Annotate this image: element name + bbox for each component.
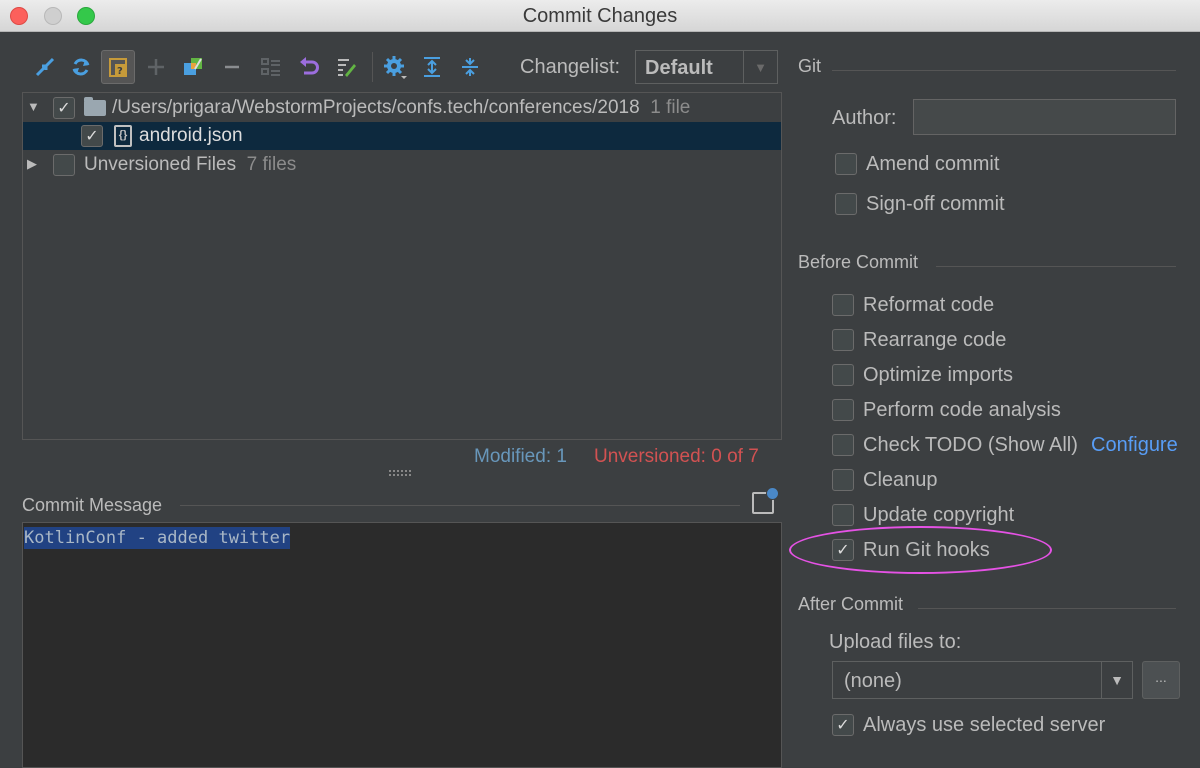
divider xyxy=(832,70,1176,71)
always-use-server-label: Always use selected server xyxy=(863,714,1106,736)
amend-commit-checkbox[interactable] xyxy=(835,153,857,175)
diff-icon[interactable] xyxy=(176,50,210,84)
modified-status-link[interactable]: Modified: 1 xyxy=(474,446,567,468)
unversioned-checkbox[interactable] xyxy=(53,154,75,176)
title-bar: Commit Changes xyxy=(0,0,1200,32)
rearrange-code-label: Rearrange code xyxy=(863,329,1007,351)
run-git-hooks-label: Run Git hooks xyxy=(863,539,990,561)
upload-files-label: Upload files to: xyxy=(829,631,962,653)
update-copyright-label: Update copyright xyxy=(863,504,1015,526)
tree-row-folder[interactable]: ▼ ✓ /Users/prigara/WebstormProjects/conf… xyxy=(23,94,781,122)
json-file-icon: {} xyxy=(114,125,132,147)
signoff-commit-checkbox[interactable] xyxy=(835,193,857,215)
commit-history-icon[interactable] xyxy=(752,487,779,514)
update-copyright-checkbox[interactable] xyxy=(832,504,854,526)
reformat-code-label: Reformat code xyxy=(863,294,995,316)
collapsed-triangle-icon[interactable]: ▶ xyxy=(27,156,37,172)
folder-checkbox[interactable]: ✓ xyxy=(53,97,75,119)
chevron-down-icon[interactable]: ▼ xyxy=(1101,662,1132,698)
tree-row-file[interactable]: ✓ {} android.json xyxy=(23,122,781,150)
upload-server-value: (none) xyxy=(844,670,902,692)
divider xyxy=(918,608,1176,609)
divider xyxy=(936,266,1176,267)
code-analysis-label: Perform code analysis xyxy=(863,399,1061,421)
refresh-icon[interactable] xyxy=(64,50,98,84)
changelist-dropdown[interactable]: Default ▼ xyxy=(635,50,778,84)
remove-icon[interactable] xyxy=(215,50,249,84)
signoff-commit-label: Sign-off commit xyxy=(866,193,1005,215)
add-icon[interactable] xyxy=(139,50,173,84)
revert-icon[interactable] xyxy=(292,50,326,84)
git-section-title: Git xyxy=(798,56,822,76)
svg-text:?: ? xyxy=(117,66,123,77)
after-commit-title: After Commit xyxy=(798,594,904,614)
move-changes-icon[interactable] xyxy=(28,50,62,84)
always-use-server-checkbox[interactable]: ✓ xyxy=(832,714,854,736)
commit-message-text: KotlinConf - added twitter xyxy=(24,527,291,549)
changelist-label: Changelist: xyxy=(520,56,621,78)
file-checkbox[interactable]: ✓ xyxy=(81,125,103,147)
unversioned-label: Unversioned Files 7 files xyxy=(84,154,297,175)
window-title: Commit Changes xyxy=(522,5,678,27)
configure-link[interactable]: Configure xyxy=(1091,434,1178,457)
toolbar: ? Changelist: Default ▼ xyxy=(22,50,782,84)
code-analysis-checkbox[interactable] xyxy=(832,399,854,421)
edit-icon[interactable] xyxy=(329,50,363,84)
author-input[interactable] xyxy=(913,99,1176,135)
changelist-value: Default xyxy=(645,57,713,79)
splitter-handle[interactable] xyxy=(389,470,411,476)
folder-icon xyxy=(84,97,106,116)
optimize-imports-checkbox[interactable] xyxy=(832,364,854,386)
settings-icon[interactable] xyxy=(378,50,412,84)
expand-triangle-icon[interactable]: ▼ xyxy=(27,99,40,114)
reformat-code-checkbox[interactable] xyxy=(832,294,854,316)
file-name: android.json xyxy=(139,125,243,146)
tree-row-unversioned[interactable]: ▶ Unversioned Files 7 files xyxy=(23,151,781,179)
amend-commit-label: Amend commit xyxy=(866,153,1000,175)
browse-servers-button[interactable]: ... xyxy=(1142,661,1180,699)
commit-message-title: Commit Message xyxy=(22,495,163,515)
run-git-hooks-checkbox[interactable]: ✓ xyxy=(832,539,854,561)
group-by-icon[interactable]: ? xyxy=(101,50,135,84)
ignore-icon[interactable] xyxy=(254,50,288,84)
toolbar-separator xyxy=(372,52,373,82)
upload-server-dropdown[interactable]: (none) ▼ xyxy=(832,661,1133,699)
before-commit-title: Before Commit xyxy=(798,252,919,272)
expand-all-icon[interactable] xyxy=(415,50,449,84)
collapse-all-icon[interactable] xyxy=(453,50,487,84)
rearrange-code-checkbox[interactable] xyxy=(832,329,854,351)
folder-path: /Users/prigara/WebstormProjects/confs.te… xyxy=(112,97,691,118)
cleanup-label: Cleanup xyxy=(863,469,938,491)
commit-message-input[interactable]: KotlinConf - added twitter xyxy=(22,522,782,768)
optimize-imports-label: Optimize imports xyxy=(863,364,1014,386)
check-todo-checkbox[interactable] xyxy=(832,434,854,456)
author-label: Author: xyxy=(832,107,897,129)
changes-tree[interactable]: ▼ ✓ /Users/prigara/WebstormProjects/conf… xyxy=(22,92,782,440)
chevron-down-icon[interactable]: ▼ xyxy=(743,51,777,83)
divider xyxy=(180,505,740,506)
check-todo-label: Check TODO (Show All) xyxy=(863,434,1078,456)
unversioned-status-link[interactable]: Unversioned: 0 of 7 xyxy=(594,446,759,468)
cleanup-checkbox[interactable] xyxy=(832,469,854,491)
